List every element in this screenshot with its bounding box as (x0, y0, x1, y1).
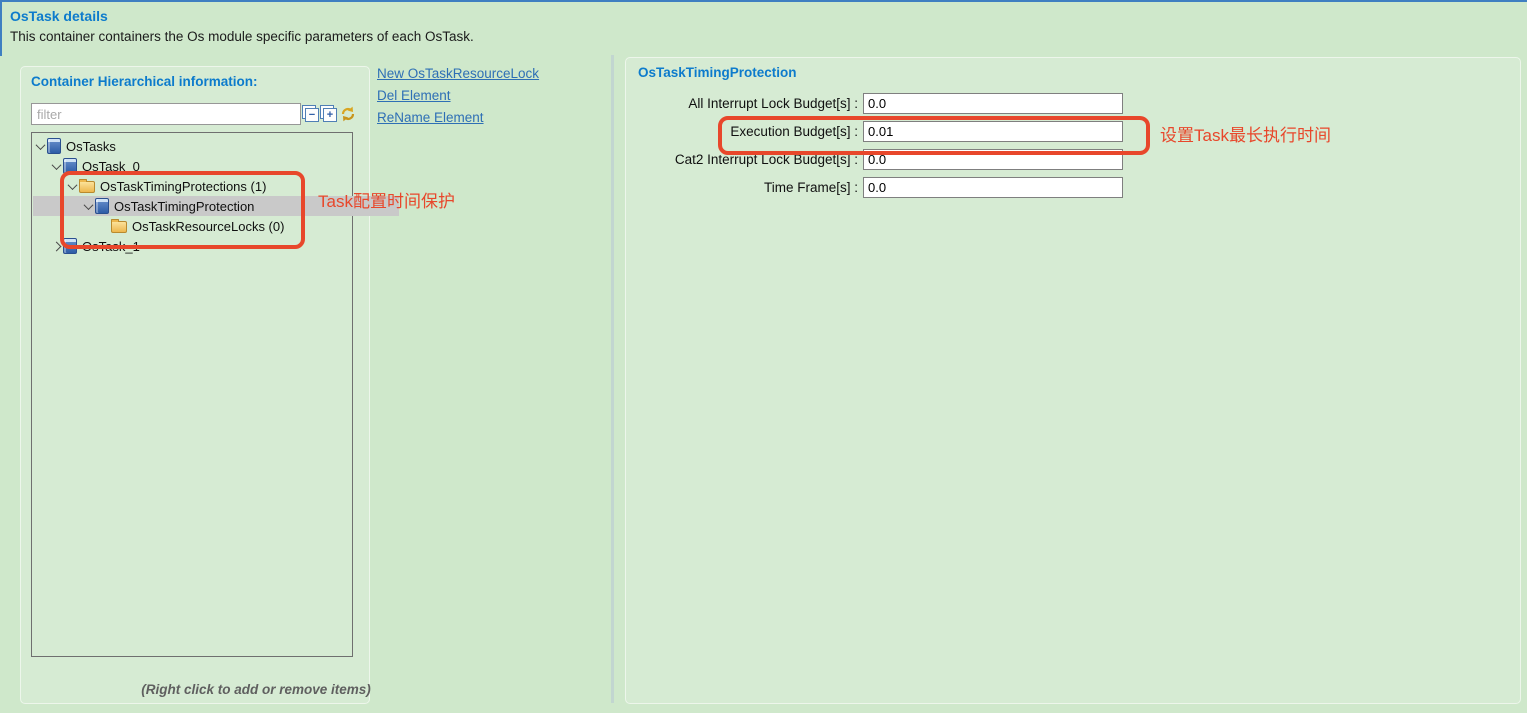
tree-footer-note: (Right click to add or remove items) (91, 682, 421, 697)
pane-top-border (0, 0, 1527, 2)
panel-divider[interactable] (611, 55, 614, 703)
execution-budget-input[interactable] (863, 121, 1123, 142)
chevron-down-icon[interactable] (83, 200, 93, 210)
tree-item-label: OsTaskTimingProtections (1) (100, 179, 266, 194)
tree-item-ostask-0[interactable]: OsTask_0 (33, 156, 367, 176)
execution-budget-annotation-text: 设置Task最长执行时间 (1160, 121, 1331, 146)
page-subtitle: This container containers the Os module … (10, 29, 474, 44)
field-label: All Interrupt Lock Budget[s] : (630, 96, 863, 111)
field-label: Time Frame[s] : (630, 180, 863, 195)
folder-icon (111, 221, 127, 233)
page-title: OsTask details (10, 8, 108, 24)
container-hierarchy-panel: Container Hierarchical information: − + … (20, 66, 370, 704)
container-node-icon (63, 158, 77, 174)
container-node-icon (63, 238, 77, 254)
refresh-icon[interactable] (339, 105, 357, 123)
field-row-cat2-interrupt-lock-budget: Cat2 Interrupt Lock Budget[s] : (630, 148, 1123, 170)
tree-annotation-text: Task配置时间保护 (318, 187, 455, 212)
tree-item-ostasks[interactable]: OsTasks (33, 136, 351, 156)
tree-item-label: OsTaskTimingProtection (114, 199, 254, 214)
field-label: Execution Budget[s] : (630, 124, 863, 139)
all-interrupt-lock-budget-input[interactable] (863, 93, 1123, 114)
container-node-icon (95, 198, 109, 214)
field-row-all-interrupt-lock-budget: All Interrupt Lock Budget[s] : (630, 92, 1123, 114)
tree-item-ostask-1[interactable]: OsTask_1 (33, 236, 367, 256)
tree-item-ostaskresourcelocks[interactable]: OsTaskResourceLocks (0) (33, 216, 415, 236)
hierarchy-panel-header: Container Hierarchical information: (31, 74, 258, 89)
timing-protection-header: OsTaskTimingProtection (638, 65, 797, 80)
collapse-all-button[interactable]: − (305, 108, 319, 122)
container-node-icon (47, 138, 61, 154)
field-label: Cat2 Interrupt Lock Budget[s] : (630, 152, 863, 167)
field-row-execution-budget: Execution Budget[s] : (630, 120, 1123, 142)
tree-item-label: OsTask_1 (82, 239, 140, 254)
chevron-right-icon[interactable] (51, 241, 61, 251)
hierarchy-tree: OsTasks OsTask_0 OsTaskTimingProtections… (31, 132, 353, 657)
folder-icon (79, 181, 95, 193)
tree-filter-input[interactable] (31, 103, 301, 125)
field-row-time-frame: Time Frame[s] : (630, 176, 1123, 198)
del-element-link[interactable]: Del Element (377, 88, 539, 103)
time-frame-input[interactable] (863, 177, 1123, 198)
cat2-interrupt-lock-budget-input[interactable] (863, 149, 1123, 170)
tree-item-label: OsTasks (66, 139, 116, 154)
rename-element-link[interactable]: ReName Element (377, 110, 539, 125)
pane-left-border (0, 0, 2, 56)
chevron-down-icon[interactable] (35, 140, 45, 150)
new-ostaskresourcelock-link[interactable]: New OsTaskResourceLock (377, 66, 539, 81)
tree-item-label: OsTask_0 (82, 159, 140, 174)
tree-item-label: OsTaskResourceLocks (0) (132, 219, 284, 234)
action-links: New OsTaskResourceLock Del Element ReNam… (377, 66, 539, 125)
expand-all-button[interactable]: + (323, 108, 337, 122)
chevron-down-icon[interactable] (51, 160, 61, 170)
ostask-details-view: OsTask details This container containers… (0, 0, 1527, 713)
chevron-down-icon[interactable] (67, 180, 77, 190)
